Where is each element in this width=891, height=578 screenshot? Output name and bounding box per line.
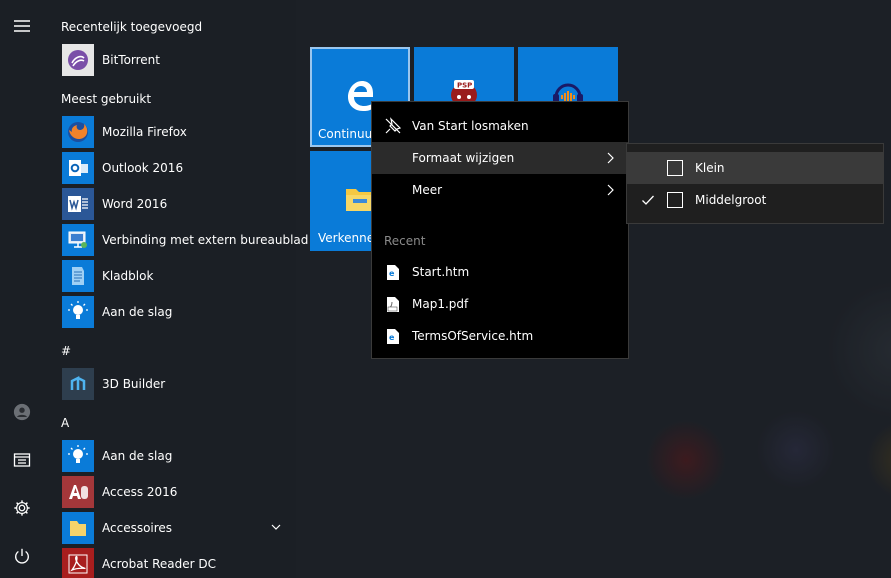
acrobat-icon: [62, 548, 94, 578]
section-hash: #: [61, 344, 72, 358]
app-remote-desktop[interactable]: Verbinding met extern bureaublad: [62, 224, 308, 256]
recent-header: Recent: [384, 234, 426, 248]
app-label: BitTorrent: [102, 53, 160, 67]
tile-small-icon: [667, 160, 683, 176]
app-label: Verbinding met extern bureaublad: [102, 233, 309, 247]
app-acrobat[interactable]: Acrobat Reader DC: [62, 548, 294, 578]
recent-item-map1-pdf[interactable]: Map1.pdf: [372, 288, 628, 320]
htm-file-icon: e: [384, 263, 402, 281]
svg-text:e: e: [389, 333, 395, 342]
lightbulb-icon: [62, 440, 94, 472]
recent-item-start-htm[interactable]: e Start.htm: [372, 256, 628, 288]
pdf-file-icon: [384, 295, 402, 313]
documents-icon: [13, 453, 31, 467]
tile-medium-icon: [667, 192, 683, 208]
app-label: Accessoires: [102, 521, 173, 535]
app-label: Acrobat Reader DC: [102, 557, 216, 571]
app-label: Aan de slag: [102, 449, 173, 463]
hamburger-menu-button[interactable]: [0, 6, 44, 46]
submenu-item-medium[interactable]: Middelgroot: [627, 184, 883, 216]
user-icon: [13, 403, 31, 421]
hamburger-menu-icon: [14, 20, 30, 32]
app-label: Access 2016: [102, 485, 178, 499]
menu-item-label: Formaat wijzigen: [412, 151, 515, 165]
menu-item-resize[interactable]: Formaat wijzigen: [372, 142, 628, 174]
lightbulb-icon: [62, 296, 94, 328]
app-label: Outlook 2016: [102, 161, 184, 175]
outlook-icon: [62, 152, 94, 184]
folder-icon: [62, 512, 94, 544]
access-icon: [62, 476, 94, 508]
chevron-right-icon: [607, 184, 614, 196]
menu-item-label: Meer: [412, 183, 443, 197]
bittorrent-icon: [62, 44, 94, 76]
menu-item-unpin[interactable]: Van Start losmaken: [372, 110, 628, 142]
app-label: Kladblok: [102, 269, 154, 283]
chevron-right-icon: [607, 152, 614, 164]
htm-file-icon: e: [384, 327, 402, 345]
app-label: Mozilla Firefox: [102, 125, 187, 139]
app-outlook[interactable]: Outlook 2016: [62, 152, 294, 184]
section-recently-added: Recentelijk toegevoegd: [61, 20, 203, 34]
app-label: 3D Builder: [102, 377, 166, 391]
app-label: Aan de slag: [102, 305, 173, 319]
3d-builder-icon: [62, 368, 94, 400]
checkmark-icon: [642, 195, 654, 205]
word-icon: [62, 188, 94, 220]
app-label: Word 2016: [102, 197, 168, 211]
app-firefox[interactable]: Mozilla Firefox: [62, 116, 294, 148]
power-icon: [15, 548, 29, 564]
recent-item-label: Map1.pdf: [412, 297, 469, 311]
menu-item-more[interactable]: Meer: [372, 174, 628, 206]
app-list: Recentelijk toegevoegd BitTorrent Meest …: [48, 0, 308, 578]
documents-button[interactable]: [0, 440, 44, 480]
recent-item-terms-htm[interactable]: e TermsOfService.htm: [372, 320, 628, 352]
chevron-down-icon[interactable]: [270, 521, 282, 533]
menu-item-label: Van Start losmaken: [412, 119, 529, 133]
app-notepad[interactable]: Kladblok: [62, 260, 294, 292]
svg-text:PSP: PSP: [457, 82, 472, 90]
firefox-icon: [62, 116, 94, 148]
settings-button[interactable]: [0, 488, 44, 528]
power-button[interactable]: [0, 536, 44, 576]
app-bittorrent[interactable]: BitTorrent: [62, 44, 294, 76]
notepad-icon: [62, 260, 94, 292]
user-button[interactable]: [0, 392, 44, 432]
app-word[interactable]: Word 2016: [62, 188, 294, 220]
recent-item-label: TermsOfService.htm: [412, 329, 534, 343]
app-3d-builder[interactable]: 3D Builder: [62, 368, 294, 400]
submenu-item-small[interactable]: Klein: [627, 152, 883, 184]
svg-text:e: e: [389, 269, 395, 278]
resize-submenu: Klein Middelgroot: [626, 143, 884, 224]
app-get-started-a[interactable]: Aan de slag: [62, 440, 294, 472]
tile-context-menu: Van Start losmaken Formaat wijzigen Meer…: [371, 101, 629, 359]
app-get-started[interactable]: Aan de slag: [62, 296, 294, 328]
app-accessories[interactable]: Accessoires: [62, 512, 294, 544]
submenu-item-label: Klein: [695, 161, 725, 175]
section-most-used: Meest gebruikt: [61, 92, 152, 106]
app-access[interactable]: Access 2016: [62, 476, 294, 508]
start-rail: [0, 0, 48, 578]
recent-item-label: Start.htm: [412, 265, 470, 279]
section-a: A: [61, 416, 70, 430]
unpin-icon: [384, 117, 402, 135]
remote-desktop-icon: [62, 224, 94, 256]
submenu-item-label: Middelgroot: [695, 193, 767, 207]
settings-icon: [14, 500, 30, 516]
